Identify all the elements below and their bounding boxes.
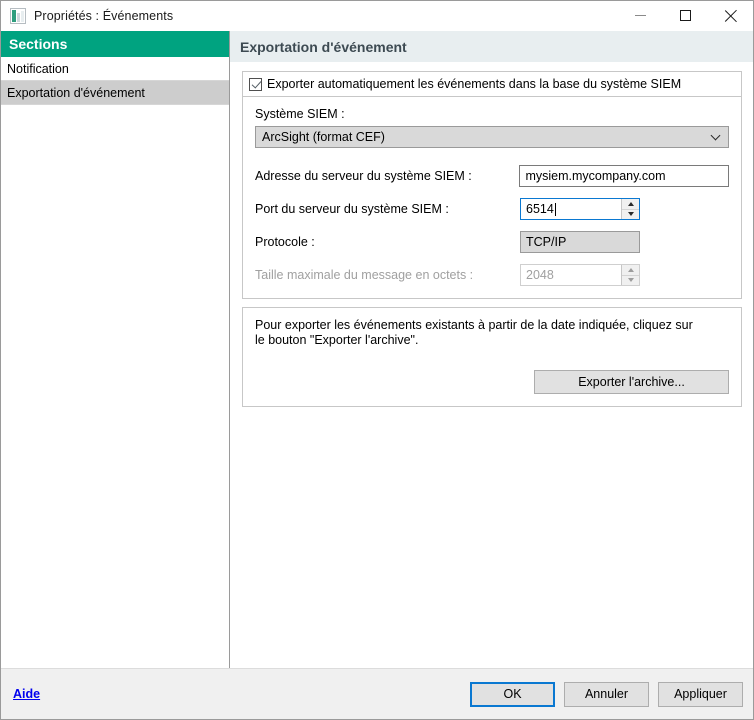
arrow-down-icon bbox=[628, 212, 634, 216]
text-cursor bbox=[555, 203, 556, 216]
max-message-size-increment-button bbox=[622, 265, 639, 275]
footer-buttons: OK Annuler Appliquer bbox=[470, 682, 743, 707]
title-bar: Propriétés : Événements bbox=[1, 1, 753, 31]
protocol-value: TCP/IP bbox=[526, 235, 566, 249]
minimize-button[interactable] bbox=[618, 1, 663, 30]
sidebar-item-notification[interactable]: Notification bbox=[1, 57, 229, 81]
max-message-size-spin-buttons bbox=[621, 265, 639, 285]
chevron-down-icon bbox=[712, 132, 720, 140]
server-port-label: Port du serveur du système SIEM : bbox=[255, 202, 520, 216]
sections-sidebar: Sections Notification Exportation d'évén… bbox=[1, 31, 230, 668]
server-address-input[interactable]: mysiem.mycompany.com bbox=[519, 165, 729, 187]
server-port-decrement-button[interactable] bbox=[622, 209, 639, 220]
app-properties-icon bbox=[10, 8, 26, 24]
server-address-value: mysiem.mycompany.com bbox=[525, 169, 665, 183]
dialog-footer: Aide OK Annuler Appliquer bbox=[1, 668, 753, 719]
max-message-size-label: Taille maximale du message en octets : bbox=[255, 268, 520, 282]
sidebar-item-event-export[interactable]: Exportation d'événement bbox=[1, 81, 229, 105]
export-archive-button[interactable]: Exporter l'archive... bbox=[534, 370, 729, 394]
protocol-row: Protocole : TCP/IP bbox=[255, 231, 729, 253]
export-settings-group: Exporter automatiquement les événements … bbox=[242, 71, 742, 299]
page-title: Exportation d'événement bbox=[230, 31, 753, 62]
arrow-down-icon bbox=[628, 278, 634, 282]
auto-export-checkbox-label: Exporter automatiquement les événements … bbox=[267, 77, 681, 91]
close-icon bbox=[724, 9, 737, 22]
sidebar-list: Notification Exportation d'événement bbox=[1, 57, 229, 668]
server-port-stepper[interactable]: 6514 bbox=[520, 198, 640, 220]
sidebar-item-label: Exportation d'événement bbox=[7, 86, 145, 100]
max-message-size-decrement-button bbox=[622, 275, 639, 286]
max-message-size-row: Taille maximale du message en octets : 2… bbox=[255, 264, 729, 286]
maximize-button[interactable] bbox=[663, 1, 708, 30]
max-message-size-stepper: 2048 bbox=[520, 264, 640, 286]
archive-export-description: Pour exporter les événements existants à… bbox=[255, 318, 705, 348]
window-title: Propriétés : Événements bbox=[34, 9, 173, 23]
help-link[interactable]: Aide bbox=[13, 687, 40, 701]
auto-export-checkbox-row[interactable]: Exporter automatiquement les événements … bbox=[243, 72, 741, 97]
archive-export-group: Pour exporter les événements existants à… bbox=[242, 307, 742, 407]
close-button[interactable] bbox=[708, 1, 753, 30]
arrow-up-icon bbox=[628, 268, 634, 272]
siem-system-label: Système SIEM : bbox=[255, 107, 729, 121]
cancel-button[interactable]: Annuler bbox=[564, 682, 649, 707]
maximize-icon bbox=[680, 10, 691, 21]
sidebar-header: Sections bbox=[1, 31, 229, 57]
dialog-body: Sections Notification Exportation d'évén… bbox=[1, 31, 753, 668]
server-port-increment-button[interactable] bbox=[622, 199, 639, 209]
properties-dialog-window: Propriétés : Événements Sections Notific… bbox=[0, 0, 754, 720]
content-inner: Exporter automatiquement les événements … bbox=[230, 62, 753, 407]
server-port-value: 6514 bbox=[526, 202, 554, 216]
auto-export-checkbox[interactable] bbox=[249, 78, 262, 91]
apply-button[interactable]: Appliquer bbox=[658, 682, 743, 707]
sidebar-item-label: Notification bbox=[7, 62, 69, 76]
content-pane: Exportation d'événement Exporter automat… bbox=[230, 31, 753, 668]
max-message-size-value: 2048 bbox=[526, 268, 554, 282]
protocol-label: Protocole : bbox=[255, 235, 520, 249]
export-settings-body: Système SIEM : ArcSight (format CEF) Adr… bbox=[243, 97, 741, 298]
arrow-up-icon bbox=[628, 202, 634, 206]
siem-system-value: ArcSight (format CEF) bbox=[262, 130, 385, 144]
server-address-label: Adresse du serveur du système SIEM : bbox=[255, 169, 519, 183]
server-port-spin-buttons bbox=[621, 199, 639, 219]
siem-system-select[interactable]: ArcSight (format CEF) bbox=[255, 126, 729, 148]
server-port-row: Port du serveur du système SIEM : 6514 bbox=[255, 198, 729, 220]
ok-button[interactable]: OK bbox=[470, 682, 555, 707]
window-controls bbox=[618, 1, 753, 30]
max-message-size-input: 2048 bbox=[521, 265, 621, 285]
protocol-select[interactable]: TCP/IP bbox=[520, 231, 640, 253]
server-address-row: Adresse du serveur du système SIEM : mys… bbox=[255, 165, 729, 187]
minimize-icon bbox=[635, 15, 646, 16]
server-port-input[interactable]: 6514 bbox=[521, 199, 621, 219]
